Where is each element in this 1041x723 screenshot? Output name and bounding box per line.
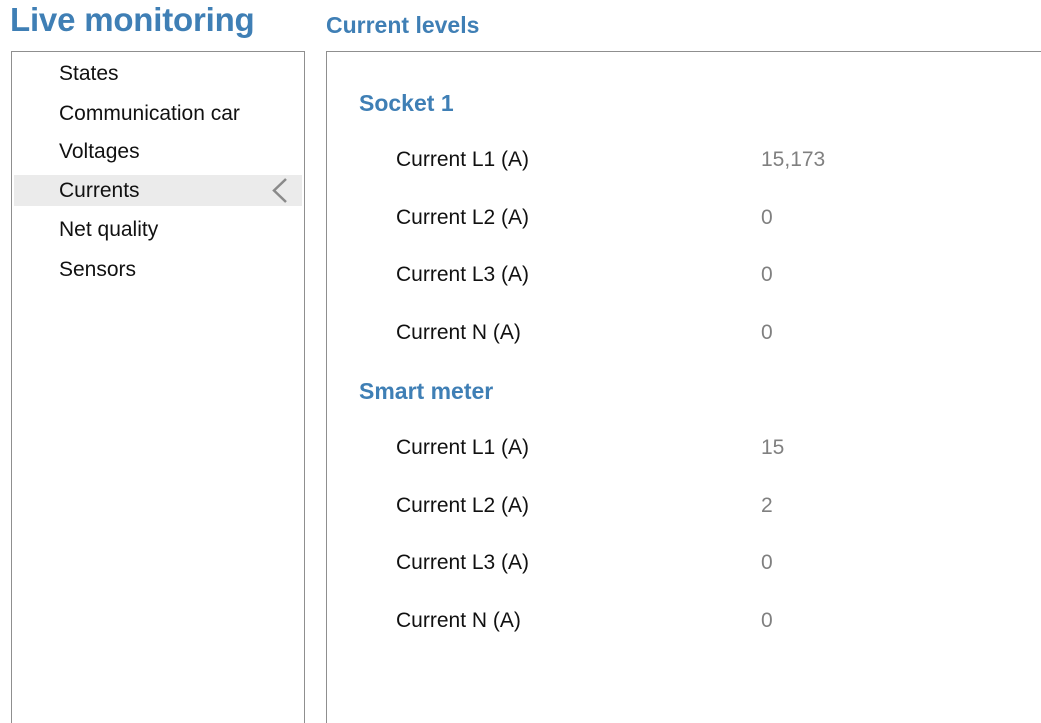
row-value: 15,173 [761, 148, 826, 171]
row-label: Current L3 (A) [396, 551, 530, 574]
sidebar-nav: States Communication car Voltages Curren… [11, 51, 305, 723]
row-value: 0 [761, 609, 773, 632]
group-title-smart-meter: Smart meter [359, 378, 494, 404]
row-label: Current L2 (A) [396, 206, 530, 229]
sidebar-item-label: Voltages [59, 140, 140, 163]
live-monitoring-page: Live monitoring Current levels States Co… [0, 0, 1041, 723]
row-label: Current N (A) [396, 321, 521, 344]
sidebar-item-label: Sensors [59, 258, 137, 281]
sidebar-item-net-quality[interactable]: Net quality [14, 214, 302, 245]
row-value: 0 [761, 321, 773, 344]
row-label: Current L1 (A) [396, 148, 530, 171]
sidebar-item-states[interactable]: States [14, 58, 302, 89]
sidebar-item-label: States [59, 62, 119, 85]
group-title-socket-1: Socket 1 [359, 90, 454, 116]
sidebar-item-label: Net quality [59, 218, 159, 241]
sidebar-item-voltages[interactable]: Voltages [14, 136, 302, 167]
row-label: Current L1 (A) [396, 436, 530, 459]
chevron-left-icon [272, 178, 287, 203]
row-label: Current L3 (A) [396, 263, 530, 286]
row-value: 0 [761, 551, 773, 574]
row-value: 15 [761, 436, 785, 459]
sidebar-item-label: Currents [59, 179, 140, 202]
row-value: 0 [761, 206, 773, 229]
row-value: 2 [761, 494, 773, 517]
app-title: Live monitoring [10, 1, 255, 38]
section-title: Current levels [326, 12, 480, 38]
current-levels-panel: Socket 1 Current L1 (A) 15,173 Current L… [326, 51, 1041, 723]
sidebar-item-label: Communication car [59, 102, 240, 125]
row-label: Current L2 (A) [396, 494, 530, 517]
row-value: 0 [761, 263, 773, 286]
row-label: Current N (A) [396, 609, 521, 632]
sidebar-item-currents[interactable]: Currents [14, 175, 302, 206]
sidebar-item-sensors[interactable]: Sensors [14, 254, 302, 285]
sidebar-item-communication-car[interactable]: Communication car [14, 98, 302, 129]
